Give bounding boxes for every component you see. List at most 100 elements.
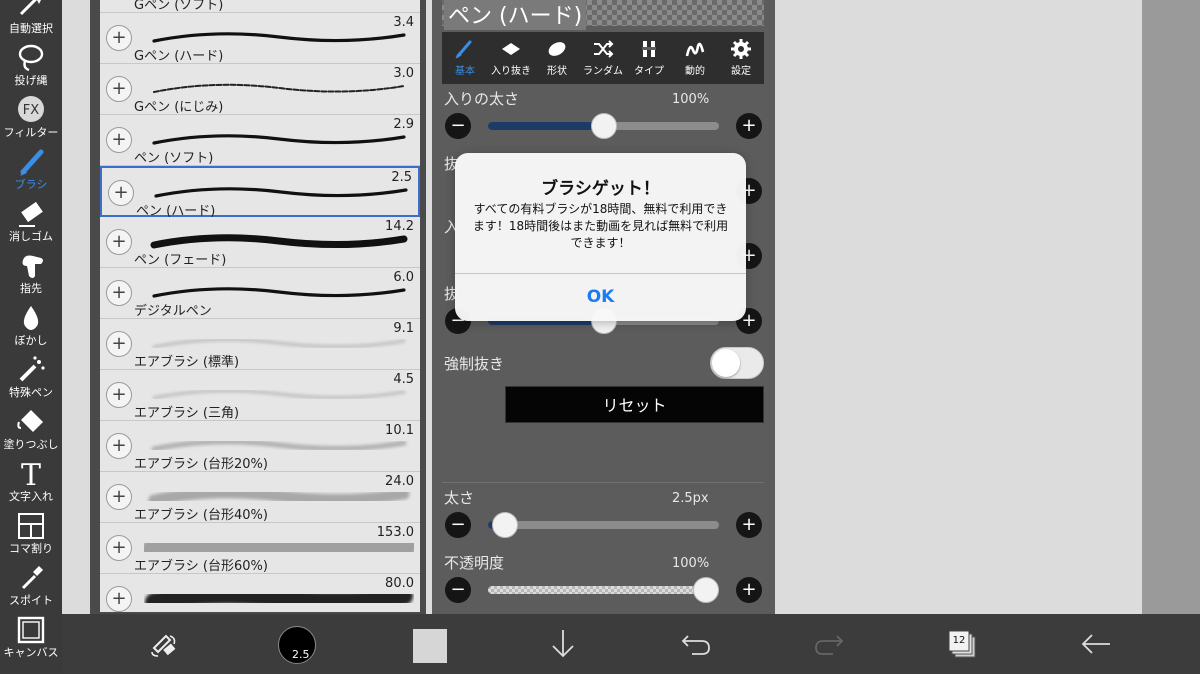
pen-icon xyxy=(455,40,472,59)
brush-row[interactable]: +4.5 エアブラシ (三角) xyxy=(100,370,420,421)
dialog-ok-button[interactable]: OK xyxy=(455,274,746,321)
magic-wand-icon xyxy=(0,0,62,22)
thickness-label: 太さ xyxy=(444,489,475,507)
add-brush-button[interactable]: + xyxy=(106,76,132,102)
tool-brush[interactable]: ブラシ xyxy=(0,144,62,196)
brush-size-value: 9.1 xyxy=(393,321,414,336)
add-brush-button[interactable]: + xyxy=(106,586,132,612)
dialog-message: すべての有料ブラシが18時間、無料で利用できます！18時間後はまた動画を見れば無… xyxy=(472,202,729,250)
brush-name: Gペン (ソフト) xyxy=(134,0,224,13)
add-brush-button[interactable]: + xyxy=(106,484,132,510)
layer-count: 12 xyxy=(952,635,966,646)
opacity-plus-button[interactable]: + xyxy=(736,577,762,603)
add-brush-button[interactable]: + xyxy=(106,382,132,408)
brush-name: ペン (フェード) xyxy=(134,253,227,268)
tool-lasso[interactable]: 投げ縄 xyxy=(0,40,62,92)
thickness-plus-button[interactable]: + xyxy=(736,512,762,538)
opacity-slider[interactable] xyxy=(488,577,719,603)
tool-special-pen[interactable]: 特殊ペン xyxy=(0,352,62,404)
brush-eraser-swap-button[interactable] xyxy=(134,614,194,674)
brush-title-preview: ペン (ハード) xyxy=(442,0,764,30)
tool-label: ブラシ xyxy=(14,178,48,191)
brush-row[interactable]: +2.9 ペン (ソフト) xyxy=(100,115,420,166)
tab-gear[interactable]: 設定 xyxy=(718,32,764,84)
add-brush-button[interactable]: + xyxy=(106,25,132,51)
tool-label: ぼかし xyxy=(14,334,48,347)
brush-row[interactable]: +9.1 エアブラシ (標準) xyxy=(100,319,420,370)
thickness-thumb[interactable] xyxy=(492,512,518,538)
brush-name: Gペン (ハード) xyxy=(134,49,224,64)
brush-row[interactable]: +6.0 デジタルペン xyxy=(100,268,420,319)
tool-panel[interactable]: コマ割り xyxy=(0,508,62,560)
brush-row[interactable]: +14.2 ペン (フェード) xyxy=(100,217,420,268)
brush-row[interactable]: +80.0 xyxy=(100,574,420,612)
brush-panel: +Gペン (ソフト)+3.4Gペン (ハード)+3.0Gペン (にじみ)+2.9… xyxy=(90,0,426,614)
app-root: 自動選択 投げ縄 FX フィルターブラシ消しゴム 指先ぼかし特殊ペン塗りつぶし T 文字入れ… xyxy=(0,0,1200,674)
tool-eyedropper[interactable]: スポイト xyxy=(0,560,62,612)
add-brush-button[interactable]: + xyxy=(106,229,132,255)
finger-icon xyxy=(0,250,62,282)
tab-dynamic[interactable]: 動的 xyxy=(672,32,718,84)
entry-width-plus-button[interactable]: + xyxy=(736,113,762,139)
tool-bucket[interactable]: 塗りつぶし xyxy=(0,404,62,456)
eyedropper-icon xyxy=(0,562,62,594)
add-brush-button[interactable]: + xyxy=(106,433,132,459)
tool-label: フィルター xyxy=(3,126,59,139)
tool-drop[interactable]: ぼかし xyxy=(0,300,62,352)
force-taper-label: 強制抜き xyxy=(444,355,505,373)
force-taper-toggle[interactable] xyxy=(710,347,764,379)
bottom-bar: 2.5 12 xyxy=(62,614,1200,674)
layers-button[interactable]: 12 xyxy=(932,614,992,674)
brush-size-value: 153.0 xyxy=(376,525,414,540)
shape-icon xyxy=(548,42,566,56)
tab-shape[interactable]: 形状 xyxy=(534,32,580,84)
tool-eraser[interactable]: 消しゴム xyxy=(0,196,62,248)
tab-label: タイプ xyxy=(634,66,664,77)
entry-width-minus-button[interactable]: − xyxy=(445,113,471,139)
thickness-minus-button[interactable]: − xyxy=(445,512,471,538)
entry-width-thumb[interactable] xyxy=(591,113,617,139)
brush-icon xyxy=(0,146,62,178)
add-brush-button[interactable]: + xyxy=(108,180,134,206)
brush-size-value: 14.2 xyxy=(385,219,414,234)
entry-width-slider[interactable] xyxy=(488,113,719,139)
entry-width-label: 入りの太さ xyxy=(444,90,520,108)
add-brush-button[interactable]: + xyxy=(106,535,132,561)
dynamic-icon xyxy=(685,42,705,57)
add-brush-button[interactable]: + xyxy=(106,127,132,153)
color-swatch-button[interactable]: 2.5 xyxy=(278,626,316,664)
back-button[interactable] xyxy=(1066,614,1126,674)
tab-type[interactable]: タイプ xyxy=(626,32,672,84)
tool-canvas[interactable]: キャンバス xyxy=(0,612,62,664)
brush-row[interactable]: +3.0 Gペン (にじみ) xyxy=(100,64,420,115)
undo-button[interactable] xyxy=(666,614,726,674)
thickness-slider[interactable] xyxy=(488,512,719,538)
brush-size-value: 80.0 xyxy=(385,576,414,591)
brush-row[interactable]: +153.0 エアブラシ (台形60%) xyxy=(100,523,420,574)
secondary-color-button[interactable] xyxy=(413,629,447,663)
brush-row[interactable]: +24.0 エアブラシ (台形40%) xyxy=(100,472,420,523)
brush-row[interactable]: +10.1 エアブラシ (台形20%) xyxy=(100,421,420,472)
brush-row[interactable]: +2.5 ペン (ハード) xyxy=(100,166,420,219)
tab-pen[interactable]: 基本 xyxy=(442,32,488,84)
tool-text[interactable]: T 文字入れ xyxy=(0,456,62,508)
opacity-thumb[interactable] xyxy=(693,577,719,603)
save-down-button[interactable] xyxy=(533,614,593,674)
add-brush-button[interactable]: + xyxy=(106,331,132,357)
tab-shuffle[interactable]: ランダム xyxy=(580,32,626,84)
tool-fx[interactable]: FX フィルター xyxy=(0,92,62,144)
redo-button[interactable] xyxy=(799,614,859,674)
brush-name: エアブラシ (台形60%) xyxy=(134,559,268,574)
tab-taper[interactable]: 入り抜き xyxy=(488,32,534,84)
tool-label: 塗りつぶし xyxy=(3,438,59,451)
reset-button[interactable]: リセット xyxy=(505,386,764,423)
brush-list[interactable]: +Gペン (ソフト)+3.4Gペン (ハード)+3.0Gペン (にじみ)+2.9… xyxy=(100,0,420,612)
brush-row[interactable]: +3.4 Gペン (ハード) xyxy=(100,13,420,64)
opacity-minus-button[interactable]: − xyxy=(445,577,471,603)
add-brush-button[interactable]: + xyxy=(106,280,132,306)
tool-magic-wand[interactable]: 自動選択 xyxy=(0,0,62,40)
entry-width-fill xyxy=(488,122,604,130)
taper-icon xyxy=(502,43,520,55)
tool-finger[interactable]: 指先 xyxy=(0,248,62,300)
brush-row[interactable]: +Gペン (ソフト) xyxy=(100,0,420,13)
